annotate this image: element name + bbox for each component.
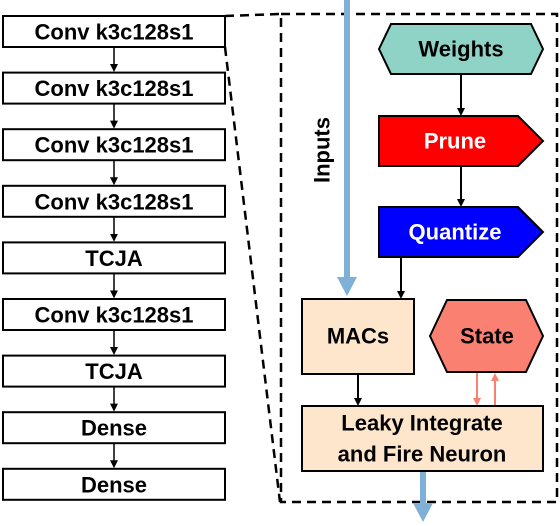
inputs-label: Inputs [310, 117, 335, 183]
layer-label: Conv k3c128s1 [35, 303, 194, 328]
layer-label: Conv k3c128s1 [35, 76, 194, 101]
layer-label: Conv k3c128s1 [35, 133, 194, 158]
layer-label: TCJA [85, 246, 143, 271]
prune-label: Prune [424, 129, 486, 154]
layer-label: Dense [81, 416, 147, 441]
layer-stack: Conv k3c128s1 Conv k3c128s1 Conv k3c128s1 C… [2, 15, 226, 501]
zoom-line-bottom [223, 46, 282, 503]
layer-label: Conv k3c128s1 [35, 20, 194, 45]
lif-label-line2: and Fire Neuron [338, 442, 507, 467]
state-label: State [460, 324, 514, 349]
layer-label: TCJA [85, 359, 143, 384]
layer-label: Conv k3c128s1 [35, 189, 194, 214]
layer-label: Dense [81, 472, 147, 497]
macs-label: MACs [327, 324, 389, 349]
weights-label: Weights [418, 37, 503, 62]
quantize-label: Quantize [409, 220, 502, 245]
zoom-line-top [224, 12, 281, 18]
snn-architecture-diagram: Conv k3c128s1 Conv k3c128s1 Conv k3c128s1 C… [2, 0, 559, 522]
output-arrowhead [413, 503, 433, 522]
lif-label-line1: Leaky Integrate [341, 411, 502, 436]
inputs-arrowhead [337, 277, 357, 296]
